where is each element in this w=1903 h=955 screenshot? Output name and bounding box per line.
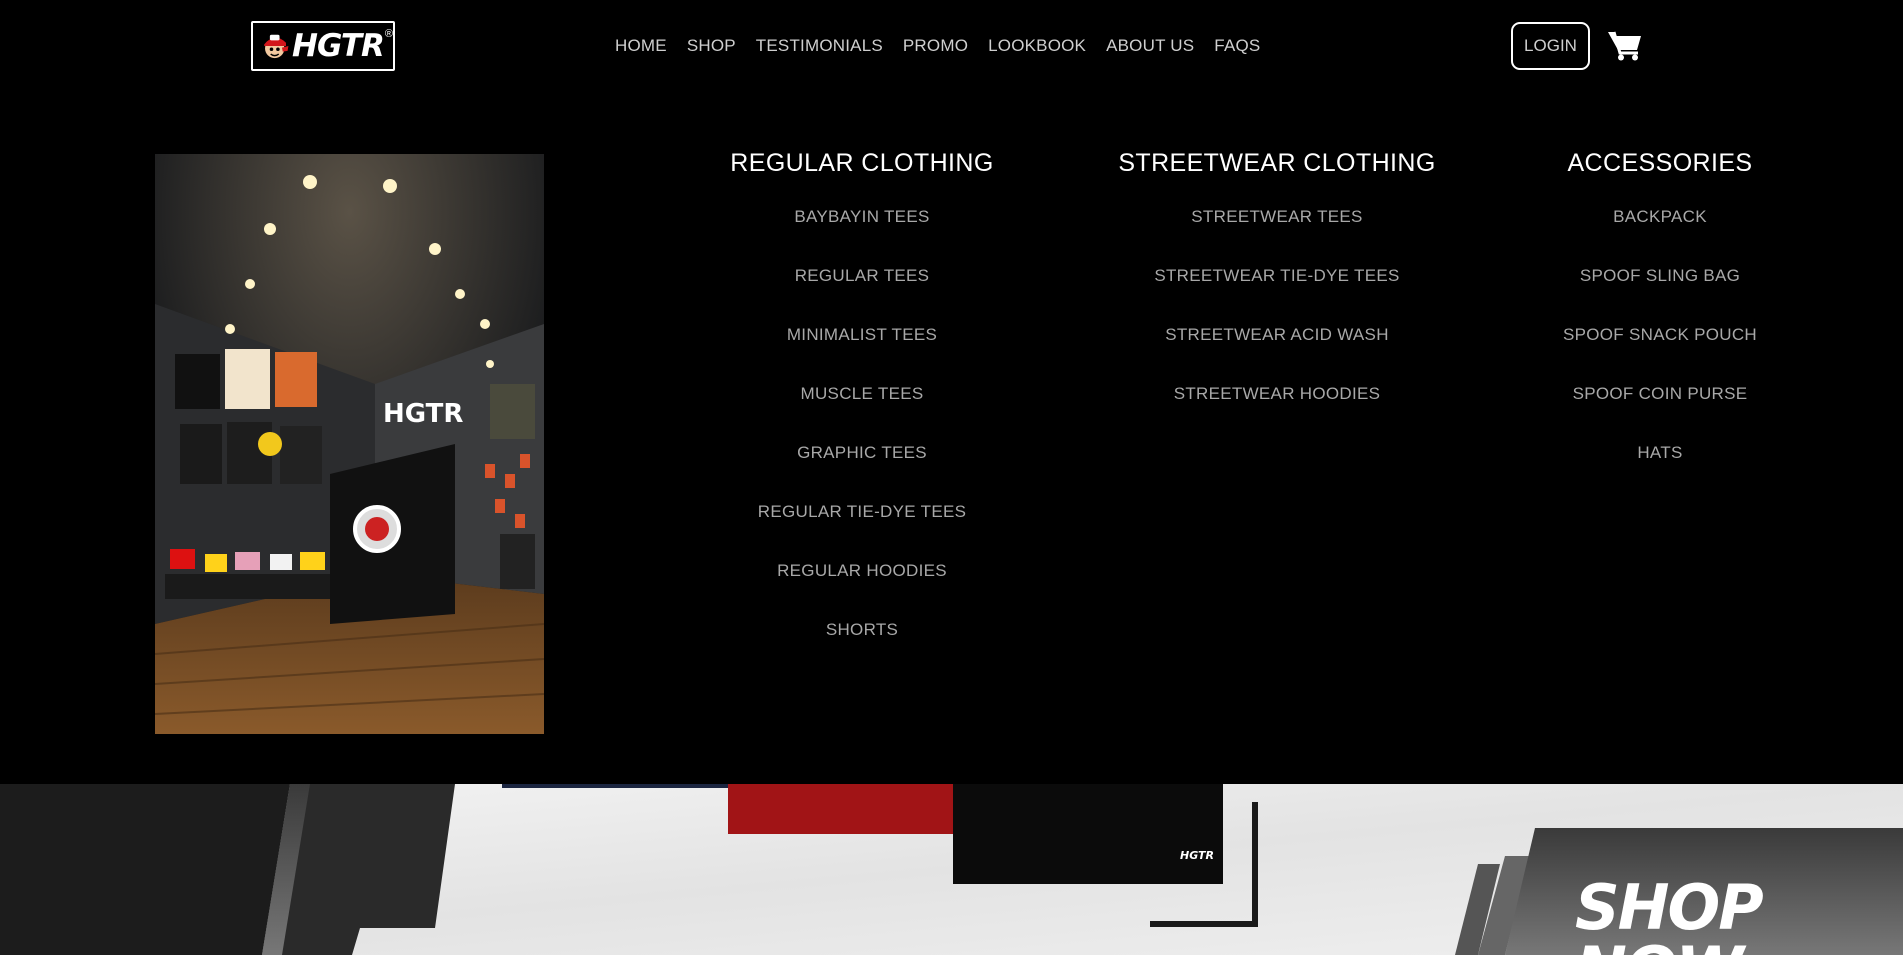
menu-item-baybayin-tees[interactable]: BAYBAYIN TEES: [712, 207, 1012, 266]
menu-item-muscle-tees[interactable]: MUSCLE TEES: [712, 384, 1012, 443]
nav-promo[interactable]: PROMO: [903, 34, 968, 58]
menu-item-spoof-coin-purse[interactable]: SPOOF COIN PURSE: [1530, 384, 1790, 443]
menu-item-shorts[interactable]: SHORTS: [712, 620, 1012, 679]
menu-item-minimalist-tees[interactable]: MINIMALIST TEES: [712, 325, 1012, 384]
mascot-logo-icon: [264, 34, 289, 59]
shopping-cart-icon[interactable]: [1607, 29, 1643, 61]
menu-item-streetwear-hoodies[interactable]: STREETWEAR HOODIES: [1102, 384, 1452, 443]
nav-about-us[interactable]: ABOUT US: [1106, 34, 1194, 58]
menu-item-spoof-snack-pouch[interactable]: SPOOF SNACK POUCH: [1530, 325, 1790, 384]
store-sign-text: HGTR: [383, 399, 463, 429]
shirt-tag-text: HGTR: [1180, 849, 1214, 862]
menu-item-hats[interactable]: HATS: [1530, 443, 1790, 502]
menu-item-streetwear-tees[interactable]: STREETWEAR TEES: [1102, 207, 1452, 266]
menu-item-graphic-tees[interactable]: GRAPHIC TEES: [712, 443, 1012, 502]
menu-heading-accessories[interactable]: ACCESSORIES: [1530, 146, 1790, 180]
site-header: HGTR ® HOME SHOP TESTIMONIALS PROMO LOOK…: [0, 0, 1903, 92]
menu-heading-streetwear-clothing[interactable]: STREETWEAR CLOTHING: [1102, 146, 1452, 180]
menu-heading-regular-clothing[interactable]: REGULAR CLOTHING: [712, 146, 1012, 180]
login-button[interactable]: LOGIN: [1511, 22, 1590, 70]
store-interior-image: HGTR: [155, 154, 544, 734]
nav-testimonials[interactable]: TESTIMONIALS: [756, 34, 883, 58]
store-interior-photo: HGTR: [155, 154, 544, 734]
brand-logo[interactable]: HGTR ®: [251, 21, 395, 71]
menu-item-regular-tie-dye-tees[interactable]: REGULAR TIE-DYE TEES: [712, 502, 1012, 561]
menu-item-backpack[interactable]: BACKPACK: [1530, 207, 1790, 266]
nav-faqs[interactable]: FAQS: [1214, 34, 1260, 58]
logo-text: HGTR: [292, 27, 385, 64]
main-nav: HOME SHOP TESTIMONIALS PROMO LOOKBOOK AB…: [615, 34, 1280, 58]
nav-home[interactable]: HOME: [615, 34, 667, 58]
menu-column-regular-clothing: REGULAR CLOTHING BAYBAYIN TEES REGULAR T…: [712, 146, 1012, 679]
nav-shop[interactable]: SHOP: [687, 34, 736, 58]
menu-item-streetwear-tie-dye-tees[interactable]: STREETWEAR TIE-DYE TEES: [1102, 266, 1452, 325]
nav-lookbook[interactable]: LOOKBOOK: [988, 34, 1086, 58]
menu-item-regular-hoodies[interactable]: REGULAR HOODIES: [712, 561, 1012, 620]
shop-now-button[interactable]: SHOP NOW: [1575, 877, 1903, 955]
menu-item-regular-tees[interactable]: REGULAR TEES: [712, 266, 1012, 325]
menu-item-spoof-sling-bag[interactable]: SPOOF SLING BAG: [1530, 266, 1790, 325]
menu-column-accessories: ACCESSORIES BACKPACK SPOOF SLING BAG SPO…: [1530, 146, 1790, 502]
registered-mark: ®: [384, 28, 393, 40]
menu-item-streetwear-acid-wash[interactable]: STREETWEAR ACID WASH: [1102, 325, 1452, 384]
menu-column-streetwear-clothing: STREETWEAR CLOTHING STREETWEAR TEES STRE…: [1102, 146, 1452, 443]
